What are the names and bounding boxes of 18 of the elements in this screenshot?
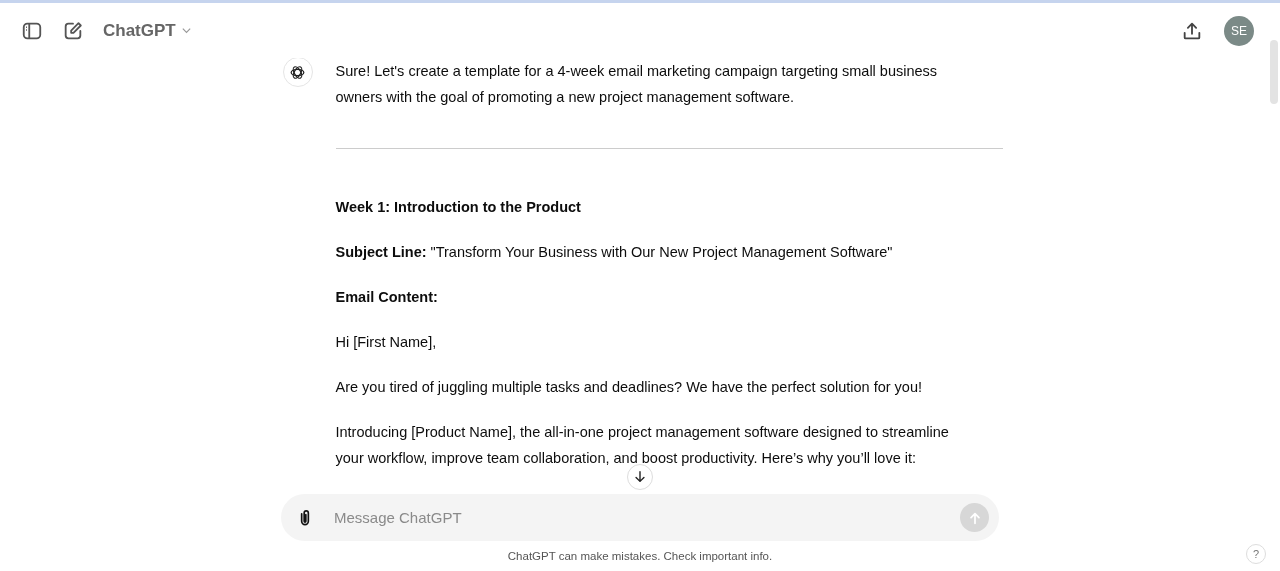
caret-icon[interactable]: [180, 25, 192, 36]
message-paragraph: Hi [First Name],: [335, 333, 438, 352]
section-heading: Week 1: Introduction to the Product: [335, 198, 582, 217]
message-composer[interactable]: Message ChatGPT: [281, 494, 999, 541]
user-avatar[interactable]: SE: [1224, 15, 1254, 46]
message-paragraph: Are you tired of juggling multiple tasks and deadlines? We have the perfect solution for you!: [335, 378, 924, 397]
new-chat-icon[interactable]: [62, 19, 84, 42]
disclaimer-text: ChatGPT can make mistakes. Check important info.: [507, 550, 773, 562]
message-paragraph: Subject Line: "Transform Your Business with Our New Project Management Software": [335, 243, 894, 262]
section-heading: Email Content:: [335, 288, 439, 307]
message-field[interactable]: Message ChatGPT: [332, 508, 943, 527]
help-button[interactable]: ?: [1246, 544, 1266, 564]
scroll-down-button[interactable]: [627, 464, 653, 490]
message-paragraph: Introducing [Product Name], the all-in-one project management software designed to streamline your workflow, improve team collaboration, and boost productivity. Here’s why you’ll love it:: [335, 423, 950, 468]
arrow-down-icon[interactable]: [633, 470, 647, 484]
scrollbar[interactable]: [1270, 40, 1278, 104]
message-paragraph: Sure! Let's create a template for a 4-week email marketing campaign targeting small business owners with the goal of promoting a new project management software.: [335, 62, 939, 107]
model-selector[interactable]: ChatGPT: [103, 20, 192, 41]
